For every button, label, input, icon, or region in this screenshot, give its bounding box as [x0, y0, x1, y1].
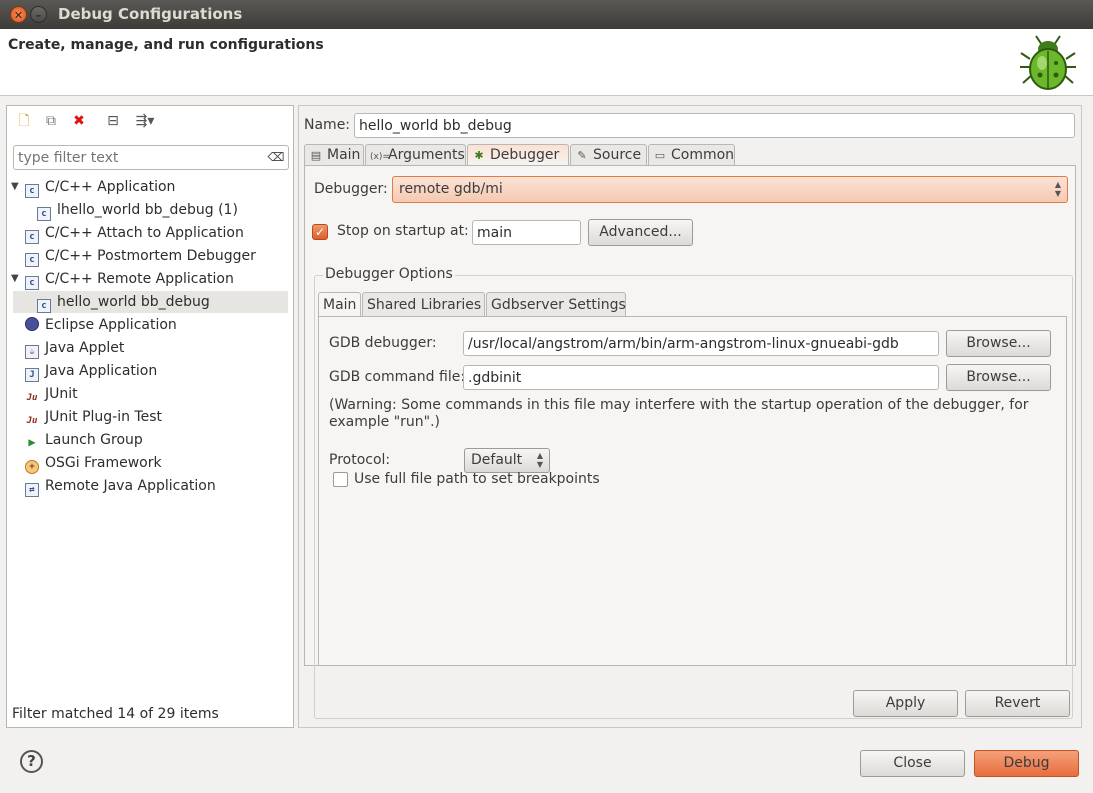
expand-arrow-icon[interactable]: ▼	[11, 176, 19, 198]
gdb-command-file-input[interactable]	[463, 365, 939, 390]
tree-item-cpp-attach[interactable]: c C/C++ Attach to Application	[25, 222, 244, 244]
tree-item-osgi[interactable]: + OSGi Framework	[25, 452, 162, 474]
warning-text-line2: example "run".)	[329, 414, 441, 430]
name-label: Name:	[304, 117, 351, 133]
select-arrows-icon: ▲ ▼	[536, 451, 543, 469]
tab-main[interactable]: ▤ Main	[304, 144, 364, 166]
c-config-icon: c	[37, 207, 51, 221]
inner-tab-main[interactable]: Main	[318, 292, 361, 317]
c-config-icon: c	[25, 276, 39, 290]
stop-on-startup-label: Stop on startup at:	[337, 223, 469, 239]
remote-java-icon: ⇄	[25, 483, 39, 497]
filter-status: Filter matched 14 of 29 items	[12, 706, 219, 722]
delete-icon[interactable]: ✖	[70, 112, 88, 130]
java-applet-icon: ☕	[25, 345, 39, 359]
junit-plugin-icon: Ju	[26, 416, 38, 426]
debugger-tab-content: Debugger: remote gdb/mi ▲ ▼ ✓ Stop on sta…	[304, 165, 1076, 719]
gdb-command-file-label: GDB command file:	[329, 369, 466, 385]
main-tab-icon: ▤	[310, 149, 322, 162]
window-close-button[interactable]: ✕	[10, 6, 27, 23]
tree-item-cpp-postmortem[interactable]: c C/C++ Postmortem Debugger	[25, 245, 256, 267]
filter-icon[interactable]: ⇶▾	[131, 112, 159, 130]
apply-button[interactable]: Apply	[853, 690, 958, 717]
source-tab-icon: ✎	[577, 149, 587, 162]
arguments-tab-icon: (x)=	[370, 152, 390, 162]
title-bar: ✕ – Debug Configurations	[0, 0, 1093, 29]
debug-button[interactable]: Debug	[974, 750, 1079, 777]
browse-gdb-button[interactable]: Browse...	[946, 330, 1051, 357]
collapse-all-icon[interactable]: ⊟	[104, 112, 122, 130]
advanced-button[interactable]: Advanced...	[588, 219, 693, 246]
tree-item-junit[interactable]: Ju JUnit	[25, 383, 78, 405]
tree-item-junit-plugin[interactable]: Ju JUnit Plug-in Test	[25, 406, 162, 428]
protocol-select[interactable]: Default ▲ ▼	[464, 448, 550, 473]
tree-item-lhello-world[interactable]: c lhello_world bb_debug (1)	[37, 199, 238, 221]
c-config-icon: c	[25, 230, 39, 244]
java-app-icon: J	[25, 368, 39, 382]
tree-item-java-application[interactable]: J Java Application	[25, 360, 157, 382]
warning-text-line1: (Warning: Some commands in this file may…	[329, 397, 1029, 413]
tree-item-remote-java[interactable]: ⇄ Remote Java Application	[25, 475, 216, 497]
new-configuration-icon[interactable]: 🗋	[15, 112, 33, 130]
header-banner: Create, manage, and run configurations	[0, 29, 1093, 96]
duplicate-icon[interactable]: ⧉	[42, 112, 60, 130]
protocol-label: Protocol:	[329, 452, 391, 468]
inner-tab-shared-libraries[interactable]: Shared Libraries	[362, 292, 485, 317]
tree-item-java-applet[interactable]: ☕ Java Applet	[25, 337, 124, 359]
select-arrows-icon: ▲ ▼	[1054, 180, 1061, 198]
c-config-icon: c	[25, 253, 39, 267]
tree-item-cpp-application[interactable]: ▼ c C/C++ Application	[11, 176, 175, 198]
eclipse-icon	[25, 317, 39, 331]
tree-item-eclipse-application[interactable]: Eclipse Application	[25, 314, 177, 336]
window-minimize-button[interactable]: –	[30, 6, 47, 23]
debugger-select[interactable]: remote gdb/mi ▲ ▼	[392, 176, 1068, 203]
tab-common[interactable]: ▭ Common	[648, 144, 735, 166]
tab-source[interactable]: ✎ Source	[570, 144, 647, 166]
tree-item-hello-world-selected[interactable]: c hello_world bb_debug	[13, 291, 288, 313]
help-icon[interactable]: ?	[20, 750, 43, 773]
stop-on-startup-checkbox[interactable]: ✓	[312, 224, 328, 240]
tree-item-cpp-remote[interactable]: ▼ c C/C++ Remote Application	[11, 268, 234, 290]
revert-button[interactable]: Revert	[965, 690, 1070, 717]
debugger-options-legend: Debugger Options	[323, 266, 455, 282]
full-path-label: Use full file path to set breakpoints	[354, 471, 600, 487]
name-input[interactable]	[354, 113, 1075, 138]
inner-tab-gdbserver-settings[interactable]: Gdbserver Settings	[486, 292, 626, 317]
configuration-editor: Name: ▤Main (x)=Arguments ✱Debugger ✎Sou…	[298, 105, 1082, 728]
tree-item-launch-group[interactable]: ▶ Launch Group	[25, 429, 142, 451]
startup-symbol-input[interactable]	[472, 220, 581, 245]
full-path-checkbox[interactable]	[333, 472, 348, 487]
debugger-label: Debugger:	[314, 181, 388, 197]
osgi-icon: +	[25, 460, 39, 474]
c-config-icon: c	[25, 184, 39, 198]
inner-tab-content: GDB debugger: Browse... GDB command file…	[318, 316, 1067, 666]
filter-input[interactable]	[13, 145, 289, 170]
gdb-debugger-label: GDB debugger:	[329, 335, 437, 351]
clear-filter-icon[interactable]: ⌫	[267, 150, 285, 164]
c-config-icon: c	[37, 299, 51, 313]
window-title: Debug Configurations	[58, 5, 243, 23]
tab-debugger[interactable]: ✱ Debugger	[467, 144, 569, 166]
configuration-list-panel: 🗋 ⧉ ✖ ⊟ ⇶▾ ⌫ ▼ cC/C++ Application clhell…	[6, 105, 294, 728]
debugger-tab-icon: ✱	[474, 149, 484, 162]
tab-arguments[interactable]: (x)=Arguments	[365, 144, 466, 166]
debugger-options-group: Debugger Options Main Shared Libraries G…	[314, 266, 1073, 719]
junit-icon: Ju	[26, 393, 38, 403]
expand-arrow-icon[interactable]: ▼	[11, 268, 19, 290]
common-tab-icon: ▭	[654, 149, 666, 162]
browse-command-file-button[interactable]: Browse...	[946, 364, 1051, 391]
launch-group-icon: ▶	[28, 435, 36, 449]
bug-icon	[1020, 35, 1076, 90]
close-button[interactable]: Close	[860, 750, 965, 777]
gdb-debugger-input[interactable]	[463, 331, 939, 356]
banner-title: Create, manage, and run configurations	[8, 37, 324, 53]
